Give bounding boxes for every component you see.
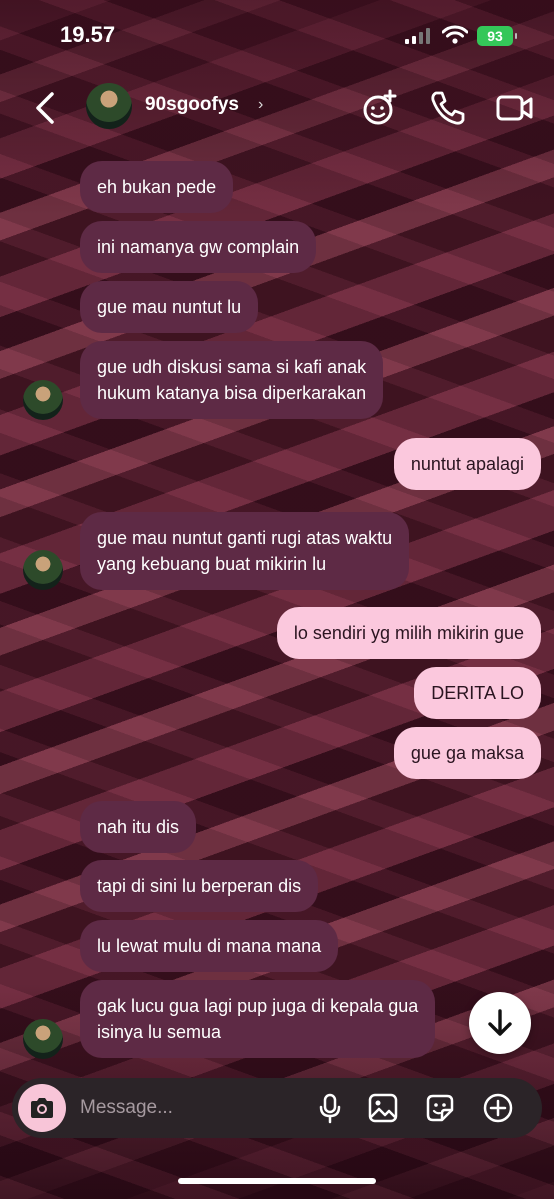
sender-avatar[interactable]	[23, 1019, 63, 1059]
scroll-to-bottom-button[interactable]	[469, 992, 531, 1054]
outgoing-message[interactable]: DERITA LO	[414, 667, 541, 719]
wifi-icon	[442, 25, 468, 44]
message-text-line: gak lucu gua lagi pup juga di kepala gua	[97, 996, 419, 1016]
message-text: ini namanya gw complain	[97, 237, 300, 257]
camera-button[interactable]	[18, 1084, 66, 1132]
battery-indicator: 93	[477, 26, 517, 46]
message-text: eh bukan pede	[97, 177, 217, 197]
message-text-line: hukum katanya bisa diperkarakan	[97, 383, 367, 403]
status-time: 19.57	[60, 22, 116, 47]
video-call-icon[interactable]	[495, 88, 535, 128]
sticker-icon[interactable]	[424, 1092, 456, 1124]
outgoing-message[interactable]: lo sendiri yg milih mikirin gue	[276, 607, 541, 659]
message-text-line: gue udh diskusi sama si kafi anak	[97, 357, 367, 377]
message-text: gue ga maksa	[410, 743, 524, 763]
message-text-line: isinya lu semua	[97, 1022, 222, 1042]
incoming-message[interactable]: ini namanya gw complain	[80, 221, 317, 273]
contact-username[interactable]: 90sgoofys	[145, 94, 239, 116]
back-arrow-icon[interactable]	[30, 88, 60, 128]
contact-avatar[interactable]	[86, 83, 132, 129]
incoming-message[interactable]: gue mau nuntut lu	[80, 281, 259, 333]
sender-avatar[interactable]	[23, 380, 63, 420]
message-text-line: yang kebuang buat mikirin lu	[97, 554, 327, 574]
message-text: DERITA LO	[431, 683, 524, 703]
incoming-message[interactable]: gue udh diskusi sama si kafi anak hukum …	[80, 341, 384, 419]
message-text: nuntut apalagi	[410, 454, 524, 474]
chevron-right-icon[interactable]: ›	[258, 96, 263, 114]
phone-call-icon[interactable]	[428, 88, 468, 128]
message-text: tapi di sini lu berperan dis	[97, 876, 302, 896]
microphone-icon[interactable]	[314, 1092, 346, 1124]
add-effects-icon[interactable]	[360, 88, 400, 128]
incoming-message[interactable]: tapi di sini lu berperan dis	[80, 860, 319, 912]
camera-icon	[31, 1098, 53, 1118]
incoming-message[interactable]: gak lucu gua lagi pup juga di kepala gua…	[80, 980, 436, 1058]
home-indicator[interactable]	[178, 1178, 376, 1184]
gallery-icon[interactable]	[367, 1092, 399, 1124]
outgoing-message[interactable]: gue ga maksa	[393, 727, 541, 779]
message-text: nah itu dis	[97, 817, 180, 837]
battery-level: 93	[487, 28, 503, 44]
incoming-message[interactable]: lu lewat mulu di mana mana	[80, 920, 339, 972]
message-text: lu lewat mulu di mana mana	[97, 936, 322, 956]
message-text-line: gue mau nuntut ganti rugi atas waktu	[97, 528, 393, 548]
sender-avatar[interactable]	[23, 550, 63, 590]
chat-header: 90sgoofys ›	[0, 78, 554, 138]
outgoing-message[interactable]: nuntut apalagi	[393, 438, 541, 490]
incoming-message[interactable]: nah itu dis	[80, 801, 197, 853]
incoming-message[interactable]: gue mau nuntut ganti rugi atas waktu yan…	[80, 512, 410, 590]
arrow-down-icon	[488, 1009, 512, 1036]
add-plus-icon[interactable]	[482, 1092, 514, 1124]
message-input[interactable]: Message...	[80, 1097, 173, 1119]
incoming-message[interactable]: eh bukan pede	[80, 161, 234, 213]
message-text: gue mau nuntut lu	[97, 297, 242, 317]
message-text: lo sendiri yg milih mikirin gue	[293, 623, 524, 643]
cellular-signal-icon	[405, 28, 430, 44]
message-composer: Message...	[12, 1078, 542, 1138]
status-bar: 19.57 93	[0, 0, 554, 70]
